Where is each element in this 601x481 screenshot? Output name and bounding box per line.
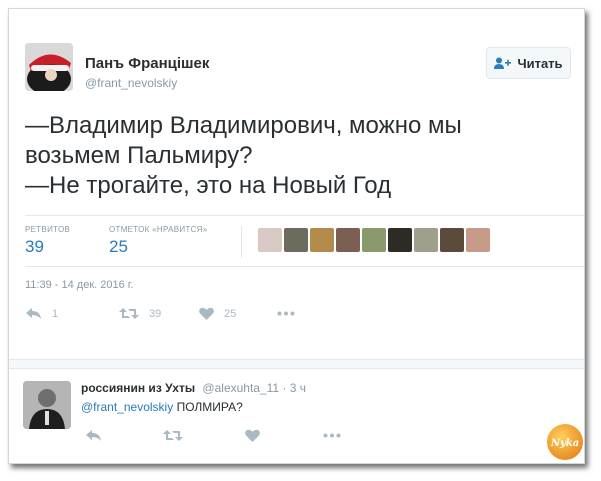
reply-header: россиянин из Ухты @alexuhta_11 · 3 ч	[81, 381, 306, 395]
stats-divider	[241, 226, 242, 258]
reply-author-name[interactable]: россиянин из Ухты	[81, 381, 195, 395]
santa-hat-avatar-icon	[25, 43, 73, 91]
more-dots-icon	[277, 311, 295, 316]
liker-avatar-1-icon[interactable]	[258, 228, 282, 252]
more-action[interactable]	[277, 311, 295, 316]
likes-stat[interactable]: ОТМЕТОК «НРАВИТСЯ» 25	[109, 225, 207, 257]
like-count: 25	[224, 307, 237, 320]
reply-reply-action[interactable]	[85, 429, 102, 442]
likes-count: 25	[109, 237, 128, 256]
author-handle[interactable]: @frant_nevolskiy	[85, 76, 177, 90]
tweet-stats: РЕТВИТОВ 39 ОТМЕТОК «НРАВИТСЯ» 25	[25, 215, 584, 267]
retweet-action[interactable]: 39	[119, 307, 161, 320]
retweet-icon	[163, 430, 183, 441]
reply-author-avatar[interactable]	[23, 381, 71, 429]
tweet-text-line: возьмем Пальмиру?	[25, 142, 253, 169]
liker-avatar-5-icon[interactable]	[362, 228, 386, 252]
reply-icon	[26, 308, 41, 319]
likes-label: ОТМЕТОК «НРАВИТСЯ»	[109, 225, 208, 234]
liker-avatar-3-icon[interactable]	[310, 228, 334, 252]
like-action[interactable]: 25	[199, 307, 236, 320]
watermark-badge-icon: Nyka	[547, 424, 583, 460]
heart-icon	[245, 429, 260, 442]
retweets-count: 39	[25, 237, 44, 256]
retweets-stat[interactable]: РЕТВИТОВ 39	[25, 225, 70, 257]
reply-time[interactable]: · 3 ч	[282, 381, 306, 395]
author-avatar[interactable]	[25, 43, 73, 91]
tweet-timestamp[interactable]: 11:39 - 14 дек. 2016 г.	[25, 279, 134, 291]
liker-avatar-2-icon[interactable]	[284, 228, 308, 252]
author-name[interactable]: Панъ Францішек	[85, 55, 209, 72]
add-user-icon	[494, 57, 512, 69]
retweet-count: 39	[149, 307, 162, 320]
follow-label: Читать	[517, 55, 563, 71]
liker-avatar-8-icon[interactable]	[440, 228, 464, 252]
tweet-text-line: —Не трогайте, это на Новый Год	[25, 172, 392, 199]
reply-action[interactable]: 1	[25, 307, 58, 320]
person-avatar-icon	[23, 381, 71, 429]
reply-text-body: ПОЛМИРА?	[176, 400, 243, 414]
reply-like-action[interactable]	[245, 429, 260, 442]
liker-avatar-7-icon[interactable]	[414, 228, 438, 252]
tweet-text-line: —Владимир Владимирович, можно мы	[25, 112, 462, 139]
liker-avatars	[258, 228, 490, 252]
reply-count: 1	[52, 307, 59, 320]
heart-icon	[199, 307, 214, 320]
liker-avatar-9-icon[interactable]	[466, 228, 490, 252]
follow-button[interactable]: Читать	[486, 47, 571, 79]
reply-more-action[interactable]	[323, 433, 341, 438]
conversation-separator	[9, 359, 584, 369]
reply-author-handle[interactable]: @alexuhta_11	[202, 381, 279, 395]
tweet-text: —Владимир Владимирович, можно мы возьмем…	[25, 111, 575, 201]
more-dots-icon	[323, 433, 341, 438]
reply-retweet-action[interactable]	[163, 429, 183, 442]
liker-avatar-4-icon[interactable]	[336, 228, 360, 252]
watermark-logo: Nyka	[546, 423, 584, 461]
tweet-card: Панъ Францішек @frant_nevolskiy Читать —…	[8, 8, 585, 464]
reply-text: @frant_nevolskiy ПОЛМИРА?	[81, 400, 243, 414]
retweet-icon	[119, 308, 139, 319]
watermark-text: Nyka	[550, 438, 579, 449]
liker-avatar-6-icon[interactable]	[388, 228, 412, 252]
reply-icon	[86, 430, 101, 441]
reply-mention[interactable]: @frant_nevolskiy	[81, 400, 173, 414]
retweets-label: РЕТВИТОВ	[25, 225, 71, 234]
